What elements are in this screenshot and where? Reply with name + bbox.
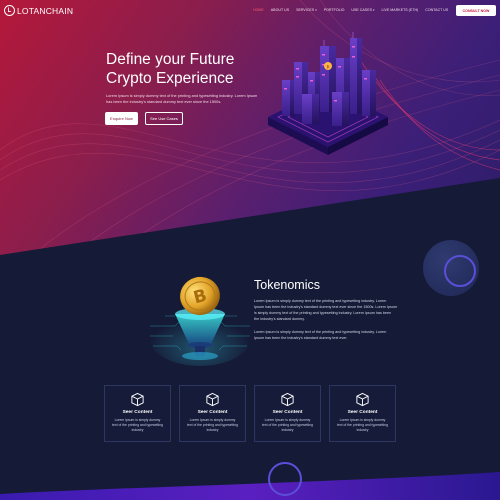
card-text: Lorem Ipsum is simply dummy text of the … bbox=[337, 418, 388, 433]
card-text: Lorem Ipsum is simply dummy text of the … bbox=[262, 418, 313, 433]
nav-item-label: ABOUT US bbox=[270, 8, 290, 12]
cube-icon bbox=[131, 392, 144, 407]
nav-item-contact-us[interactable]: CONTACT US bbox=[425, 8, 448, 12]
nav-item-services[interactable]: SERVICES▾ bbox=[296, 8, 317, 12]
brand-logo[interactable]: L LOTANCHAIN bbox=[4, 5, 73, 16]
card-title: Seer Content bbox=[122, 410, 153, 415]
see-use-cases-button[interactable]: See Use Cases bbox=[145, 112, 183, 125]
hero-wave-decoration bbox=[0, 0, 500, 265]
nav-item-home[interactable]: HOME bbox=[253, 8, 264, 12]
cube-icon bbox=[206, 392, 219, 407]
card-title: Seer Content bbox=[197, 410, 228, 415]
nav-item-label: CONTACT US bbox=[425, 8, 449, 12]
feature-card[interactable]: Seer Content Lorem Ipsum is simply dummy… bbox=[179, 385, 246, 442]
decorative-ring-bottom bbox=[268, 462, 302, 496]
cube-icon bbox=[356, 392, 369, 407]
nav-item-label: SERVICES bbox=[296, 8, 315, 12]
feature-cards: Seer Content Lorem Ipsum is simply dummy… bbox=[104, 385, 396, 442]
svg-text:₿: ₿ bbox=[327, 64, 330, 69]
logo-icon: L bbox=[4, 5, 15, 16]
consult-now-button[interactable]: CONSULT NOW bbox=[456, 5, 496, 16]
footer-gradient-decoration bbox=[0, 472, 500, 500]
hero-title: Define your Future Crypto Experience bbox=[106, 51, 235, 87]
card-text: Lorem Ipsum is simply dummy text of the … bbox=[187, 418, 238, 433]
nav-item-label: LIVE MARKETS (ETH) bbox=[381, 8, 419, 12]
tokenomics-paragraph-1: Lorem Ipsum is simply dummy text of the … bbox=[254, 299, 397, 321]
nav-item-use-cases[interactable]: USE CASES▾ bbox=[351, 8, 374, 12]
feature-card[interactable]: Seer Content Lorem Ipsum is simply dummy… bbox=[329, 385, 396, 442]
brand-name: LOTANCHAIN bbox=[17, 5, 74, 16]
main-nav: HOME ABOUT US SERVICES▾ PORTFOLIO USE CASES▾… bbox=[253, 8, 455, 12]
card-title: Seer Content bbox=[347, 410, 378, 415]
tokenomics-paragraph-2: Lorem Ipsum is simply dummy text of the … bbox=[254, 330, 387, 340]
nav-item-live-markets-eth[interactable]: LIVE MARKETS (ETH) bbox=[382, 8, 419, 12]
hero-description: Lorem Ipsum is simply dummy text of the … bbox=[106, 93, 258, 104]
card-text: Lorem Ipsum is simply dummy text of the … bbox=[112, 418, 163, 433]
top-navbar: L LOTANCHAIN HOME ABOUT US SERVICES▾ PORTFO… bbox=[0, 0, 500, 22]
feature-card[interactable]: Seer Content Lorem Ipsum is simply dummy… bbox=[104, 385, 171, 442]
decorative-ring bbox=[444, 255, 476, 287]
enquire-now-button[interactable]: Enquire Now bbox=[105, 112, 138, 125]
nav-item-label: USE CASES bbox=[351, 8, 372, 12]
nav-item-about-us[interactable]: ABOUT US bbox=[271, 8, 289, 12]
feature-card[interactable]: Seer Content Lorem Ipsum is simply dummy… bbox=[254, 385, 321, 442]
chevron-down-icon: ▾ bbox=[315, 8, 317, 12]
tokenomics-title: Tokenomics bbox=[254, 278, 320, 292]
nav-item-label: HOME bbox=[253, 8, 264, 12]
isometric-city-illustration: ₿ bbox=[268, 32, 388, 155]
cube-icon bbox=[281, 392, 294, 407]
nav-item-label: PORTFOLIO bbox=[323, 8, 345, 12]
hero-section: L LOTANCHAIN HOME ABOUT US SERVICES▾ PORTFO… bbox=[0, 0, 500, 265]
nav-item-portfolio[interactable]: PORTFOLIO bbox=[324, 8, 345, 12]
chevron-down-icon: ▾ bbox=[373, 8, 375, 12]
bitcoin-coin-illustration: B bbox=[148, 276, 252, 366]
card-title: Seer Content bbox=[272, 410, 303, 415]
